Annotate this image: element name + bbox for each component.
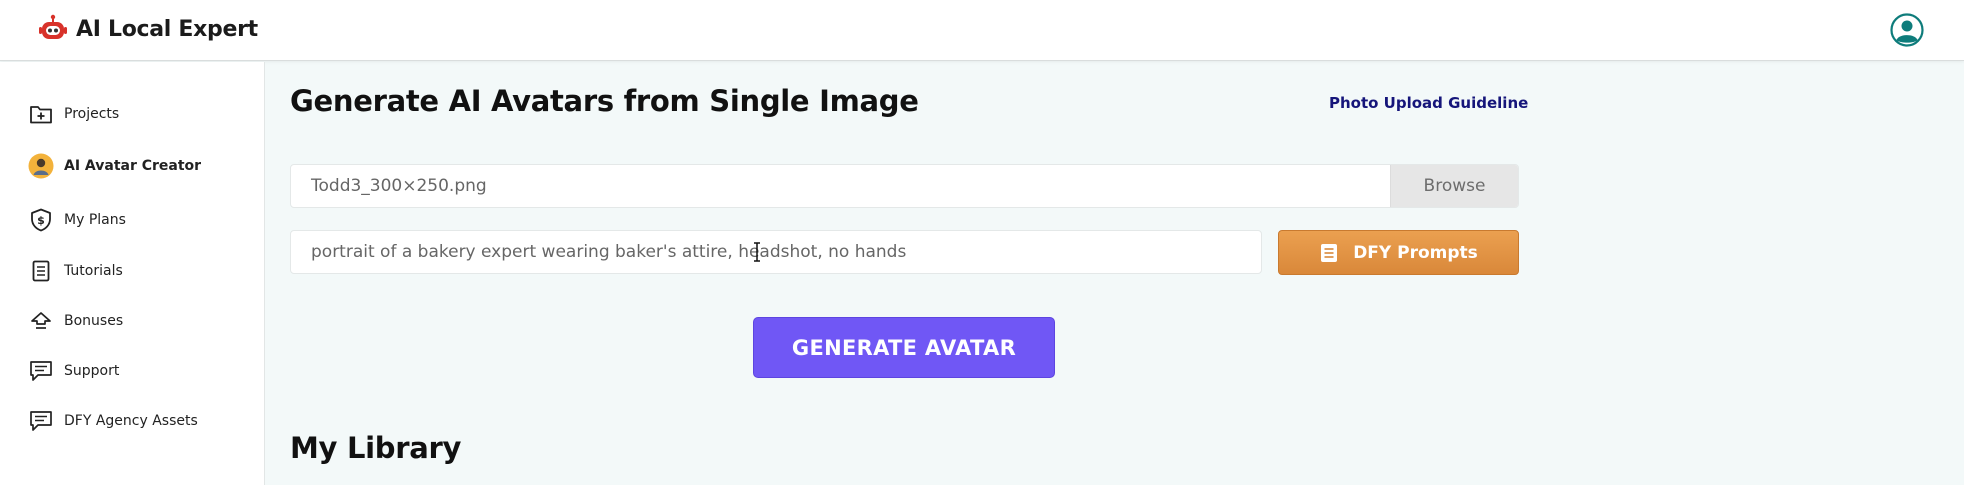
sidebar-item-label: My Plans <box>64 212 126 228</box>
browse-button[interactable]: Browse <box>1390 165 1518 207</box>
prompt-input[interactable] <box>290 230 1262 274</box>
dfy-prompts-label: DFY Prompts <box>1353 242 1478 263</box>
robot-logo-icon <box>38 14 68 44</box>
sidebar-item-ai-avatar-creator[interactable]: AI Avatar Creator <box>28 151 201 181</box>
sidebar-item-bonuses[interactable]: Bonuses <box>28 306 123 336</box>
chat-lines-icon <box>28 358 54 384</box>
sidebar-item-label: DFY Agency Assets <box>64 413 198 429</box>
sidebar-item-projects[interactable]: Projects <box>28 99 119 129</box>
sidebar-item-label: Tutorials <box>64 263 123 279</box>
sidebar-item-tutorials[interactable]: Tutorials <box>28 256 123 286</box>
dfy-prompts-button[interactable]: DFY Prompts <box>1278 230 1519 275</box>
sidebar-item-label: Support <box>64 363 120 379</box>
chat-lines-icon <box>28 408 54 434</box>
generate-avatar-button[interactable]: GENERATE AVATAR <box>753 317 1055 378</box>
sidebar-item-label: Bonuses <box>64 313 124 329</box>
svg-text:$: $ <box>37 214 45 227</box>
document-icon <box>28 258 54 284</box>
sidebar-item-label: Projects <box>64 106 120 122</box>
app-name: AI Local Expert <box>76 16 258 42</box>
sidebar-item-support[interactable]: Support <box>28 356 119 386</box>
my-library-title: My Library <box>290 431 462 465</box>
photo-upload-guideline-link[interactable]: Photo Upload Guideline <box>1329 94 1528 112</box>
sidebar: Projects AI Avatar Creator $ My Plans Tu… <box>0 62 265 485</box>
user-avatar-icon[interactable] <box>1890 13 1924 47</box>
file-upload-field[interactable]: Todd3_300×250.png Browse <box>290 164 1519 208</box>
upload-arrow-icon <box>28 308 54 334</box>
selected-file-name[interactable]: Todd3_300×250.png <box>291 165 1390 207</box>
page-title: Generate AI Avatars from Single Image <box>290 84 919 118</box>
top-header: AI Local Expert <box>0 0 1964 61</box>
folder-plus-icon <box>28 101 54 127</box>
sidebar-item-dfy-agency-assets[interactable]: DFY Agency Assets <box>28 406 198 436</box>
app-logo[interactable]: AI Local Expert <box>38 12 258 46</box>
sidebar-item-label: AI Avatar Creator <box>64 158 202 174</box>
dollar-shield-icon: $ <box>28 207 54 233</box>
list-document-icon <box>1319 243 1339 263</box>
avatar-person-icon <box>28 153 54 179</box>
sidebar-item-my-plans[interactable]: $ My Plans <box>28 205 126 235</box>
